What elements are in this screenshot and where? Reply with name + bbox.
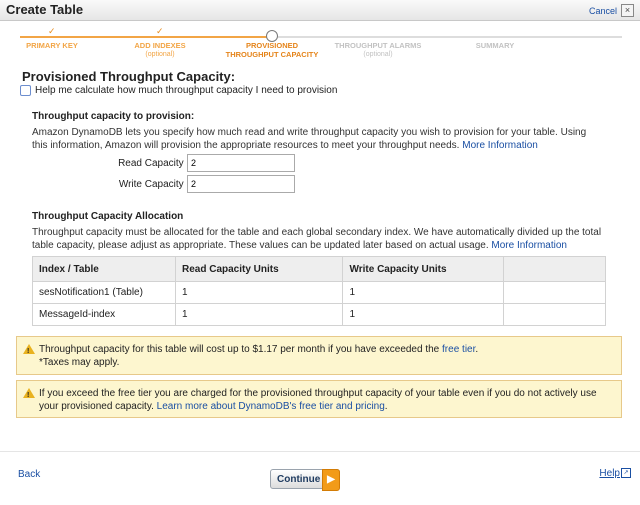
free-tier-link[interactable]: free tier xyxy=(442,344,475,355)
warning-icon: ! xyxy=(23,344,35,355)
wizard-progress: ✓ PRIMARY KEY ✓ ADD INDEXES (optional) PR… xyxy=(0,22,640,66)
cost-warning-box: ! Throughput capacity for this table wil… xyxy=(16,336,622,375)
free-tier-warning-text: If you exceed the free tier you are char… xyxy=(39,387,611,413)
write-units-cell: 1 xyxy=(342,303,504,326)
cost-warning-suffix: . xyxy=(475,344,479,355)
empty-cell xyxy=(502,281,607,304)
step-sublabel: (optional) xyxy=(145,51,175,58)
help-link[interactable]: Help ↗ xyxy=(599,468,631,479)
page-title: Provisioned Throughput Capacity: xyxy=(22,69,236,84)
step-sublabel: (optional) xyxy=(363,51,393,58)
progress-line-done xyxy=(20,36,272,38)
calc-help-label[interactable]: Help me calculate how much throughput ca… xyxy=(35,85,337,96)
column-header: Read Capacity Units xyxy=(174,256,344,282)
close-icon[interactable]: × xyxy=(621,4,634,17)
read-units-cell: 1 xyxy=(174,303,344,326)
continue-button[interactable]: Continue ▶ xyxy=(270,469,340,491)
help-label: Help xyxy=(599,468,620,479)
taxes-note: *Taxes may apply. xyxy=(39,357,120,368)
cost-warning-message: Throughput capacity for this table will … xyxy=(39,344,440,355)
provision-heading: Throughput capacity to provision: xyxy=(32,111,195,122)
check-icon: ✓ xyxy=(48,26,56,36)
table-header-row: Index / Table Read Capacity Units Write … xyxy=(32,256,607,282)
free-tier-pricing-link[interactable]: Learn more about DynamoDB's free tier an… xyxy=(157,401,385,412)
external-link-icon: ↗ xyxy=(621,468,631,479)
cancel-link[interactable]: Cancel xyxy=(589,6,617,16)
calc-help-checkbox[interactable] xyxy=(20,85,31,96)
empty-cell xyxy=(502,303,607,326)
step-label: ADD INDEXES xyxy=(134,41,186,50)
dialog-title: Create Table xyxy=(6,2,84,17)
step-label: PROVISIONED THROUGHPUT CAPACITY xyxy=(225,41,319,59)
provision-description: Amazon DynamoDB lets you specify how muc… xyxy=(32,126,604,152)
read-capacity-input[interactable] xyxy=(187,154,295,172)
continue-button-label: Continue xyxy=(277,474,321,485)
step-label: THROUGHPUT ALARMS xyxy=(334,41,422,50)
back-link[interactable]: Back xyxy=(18,469,40,480)
footer-divider xyxy=(0,451,640,452)
write-units-cell: 1 xyxy=(342,281,504,304)
index-name-cell: MessageId-index xyxy=(32,303,176,326)
arrow-right-icon: ▶ xyxy=(322,469,340,491)
provision-more-info-link[interactable]: More Information xyxy=(462,140,538,151)
calc-help-row[interactable]: Help me calculate how much throughput ca… xyxy=(20,85,337,96)
column-header: Index / Table xyxy=(32,256,176,282)
table-row: sesNotification1 (Table) 1 1 xyxy=(32,281,607,304)
step-label: PRIMARY KEY xyxy=(26,41,78,50)
dialog-titlebar: Create Table Cancel × xyxy=(0,0,640,21)
free-tier-warning-suffix: . xyxy=(384,401,388,412)
table-row: MessageId-index 1 1 xyxy=(32,303,607,326)
allocation-more-info-link[interactable]: More Information xyxy=(491,240,567,251)
read-units-cell: 1 xyxy=(174,281,344,304)
check-icon: ✓ xyxy=(156,26,164,36)
step-label: SUMMARY xyxy=(475,41,515,50)
column-header xyxy=(502,256,607,282)
column-header: Write Capacity Units xyxy=(342,256,504,282)
write-capacity-input[interactable] xyxy=(187,175,295,193)
progress-line-remaining xyxy=(272,36,622,38)
cost-warning-text: Throughput capacity for this table will … xyxy=(39,343,611,369)
warning-icon: ! xyxy=(23,388,35,399)
allocation-heading: Throughput Capacity Allocation xyxy=(32,211,184,222)
allocation-description: Throughput capacity must be allocated fo… xyxy=(32,226,604,252)
allocation-table: Index / Table Read Capacity Units Write … xyxy=(32,256,607,326)
index-name-cell: sesNotification1 (Table) xyxy=(32,281,176,304)
free-tier-warning-box: ! If you exceed the free tier you are ch… xyxy=(16,380,622,418)
